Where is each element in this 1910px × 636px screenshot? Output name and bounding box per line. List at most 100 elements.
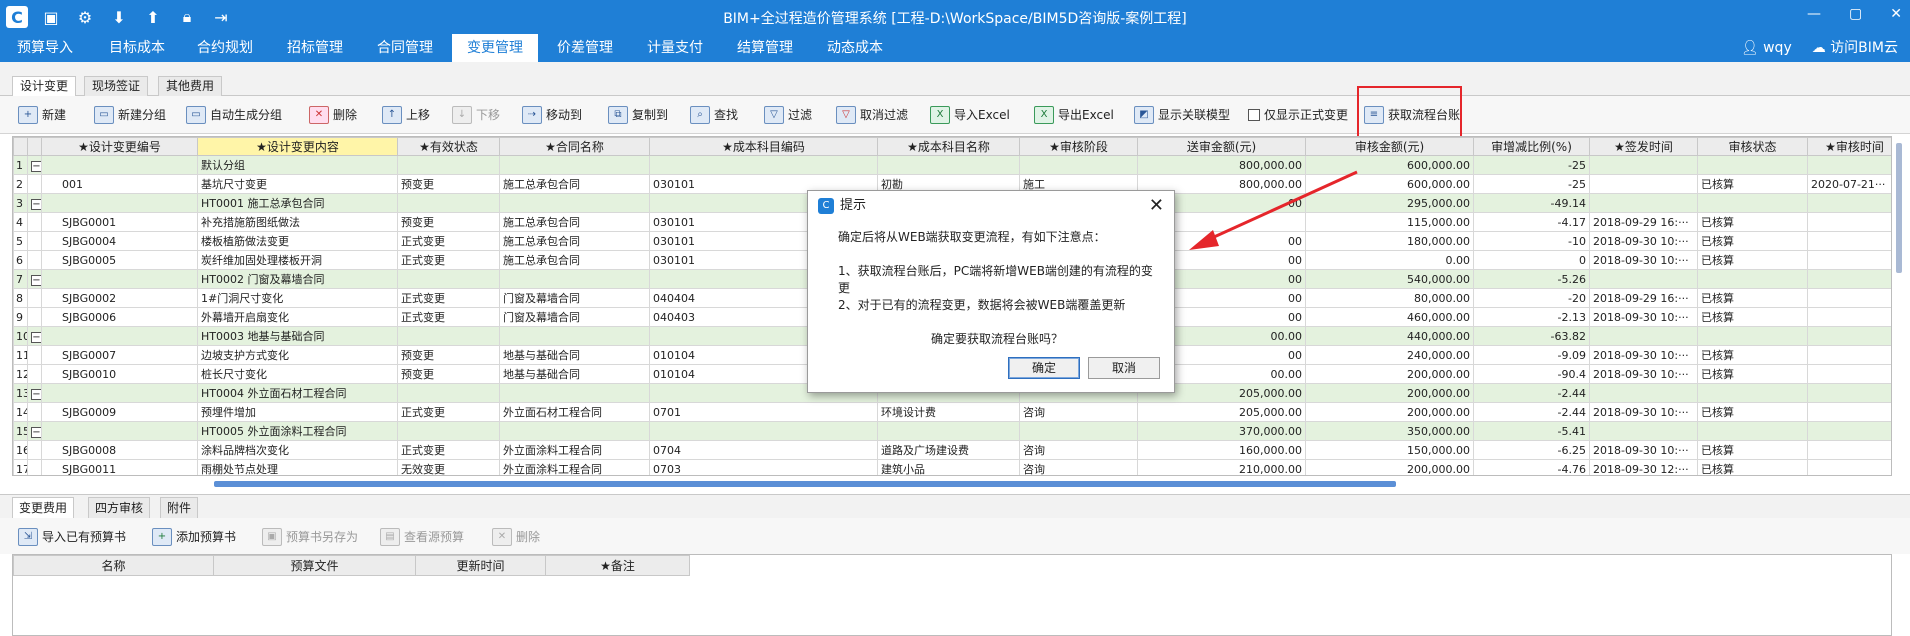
horizontal-scrollbar[interactable]: [214, 481, 1396, 487]
table-cell[interactable]: 预变更: [397, 364, 500, 384]
table-cell[interactable]: 已核算: [1697, 250, 1808, 270]
table-cell[interactable]: [397, 193, 500, 213]
table-cell[interactable]: [1807, 155, 1891, 175]
table-row[interactable]: 16 SJBG0008涂料品牌档次变化正式变更外立面涂料工程合同0704道路及广场…: [13, 440, 1891, 460]
table-cell[interactable]: 咨询: [1019, 459, 1138, 475]
collapse-icon[interactable]: −: [31, 198, 41, 210]
cancel-button[interactable]: 取消: [1088, 357, 1160, 379]
move-down-button[interactable]: ↓ 下移: [452, 103, 500, 127]
table-cell[interactable]: -9.09: [1473, 345, 1590, 365]
table-cell[interactable]: [1807, 440, 1891, 460]
table-cell[interactable]: [1697, 326, 1808, 346]
close-icon[interactable]: ✕: [1149, 195, 1164, 216]
table-cell[interactable]: SJBG0001: [41, 212, 198, 232]
table-cell[interactable]: 预变更: [397, 174, 500, 194]
table-cell[interactable]: 涂料品牌档次变化: [197, 440, 398, 460]
table-cell[interactable]: 0704: [649, 440, 878, 460]
table-cell[interactable]: HT0002 门窗及幕墙合同: [197, 269, 398, 289]
table-cell[interactable]: [1589, 421, 1698, 441]
table-cell[interactable]: 460,000.00: [1305, 307, 1474, 327]
table-cell[interactable]: -25: [1473, 174, 1590, 194]
table-cell[interactable]: [499, 326, 650, 346]
table-cell[interactable]: 已核算: [1697, 345, 1808, 365]
table-cell[interactable]: [649, 421, 878, 441]
table-cell[interactable]: 210,000.00: [1137, 459, 1306, 475]
move-to-button[interactable]: ⇢ 移动到: [522, 103, 582, 127]
table-cell[interactable]: 已核算: [1697, 288, 1808, 308]
table-cell[interactable]: 门窗及幕墙合同: [499, 307, 650, 327]
table-cell[interactable]: [41, 155, 198, 175]
table-cell[interactable]: SJBG0009: [41, 402, 198, 422]
table-cell[interactable]: SJBG0010: [41, 364, 198, 384]
table-cell[interactable]: 炭纤维加固处理楼板开洞: [197, 250, 398, 270]
table-cell[interactable]: SJBG0007: [41, 345, 198, 365]
filter-button[interactable]: ▽ 过滤: [764, 103, 812, 127]
expander-cell[interactable]: −: [27, 421, 42, 441]
table-cell[interactable]: 370,000.00: [1137, 421, 1306, 441]
menu-contract[interactable]: 合同管理: [366, 34, 444, 62]
table-cell[interactable]: 已核算: [1697, 307, 1808, 327]
table-cell[interactable]: [41, 326, 198, 346]
table-cell[interactable]: 200,000.00: [1305, 459, 1474, 475]
collapse-icon[interactable]: −: [31, 331, 41, 343]
menu-payment[interactable]: 计量支付: [636, 34, 714, 62]
show-model-button[interactable]: ◩ 显示关联模型: [1134, 103, 1230, 127]
table-cell[interactable]: [397, 421, 500, 441]
collapse-icon[interactable]: −: [31, 274, 41, 286]
menu-contract-planning[interactable]: 合约规划: [186, 34, 264, 62]
table-cell[interactable]: -4.17: [1473, 212, 1590, 232]
table-row[interactable]: 17 SJBG0011雨棚处节点处理无效变更外立面涂料工程合同0703建筑小品咨询…: [13, 459, 1891, 475]
table-cell[interactable]: [1697, 421, 1808, 441]
collapse-icon[interactable]: −: [31, 160, 41, 172]
table-cell[interactable]: -25: [1473, 155, 1590, 175]
column-header[interactable]: 审核金额(元): [1305, 137, 1474, 156]
table-cell[interactable]: SJBG0004: [41, 231, 198, 251]
table-cell[interactable]: [397, 326, 500, 346]
table-cell[interactable]: SJBG0005: [41, 250, 198, 270]
minimize-button[interactable]: —: [1807, 6, 1821, 22]
table-cell[interactable]: 无效变更: [397, 459, 500, 475]
table-cell[interactable]: 施工总承包合同: [499, 212, 650, 232]
expander-cell[interactable]: −: [27, 155, 42, 175]
table-cell[interactable]: [1807, 231, 1891, 251]
table-cell[interactable]: 咨询: [1019, 402, 1138, 422]
table-cell[interactable]: -6.25: [1473, 440, 1590, 460]
table-cell[interactable]: 已核算: [1697, 231, 1808, 251]
column-header[interactable]: ★成本科目名称: [877, 137, 1020, 156]
column-header[interactable]: 送审金额(元): [1137, 137, 1306, 156]
table-cell[interactable]: [1807, 212, 1891, 232]
column-header[interactable]: ★有效状态: [397, 137, 500, 156]
table-cell[interactable]: 2020-07-21···: [1807, 174, 1891, 194]
table-cell[interactable]: [1019, 155, 1138, 175]
table-cell[interactable]: [1697, 155, 1808, 175]
table-cell[interactable]: 2018-09-30 12:···: [1589, 459, 1698, 475]
table-cell[interactable]: HT0005 外立面涂料工程合同: [197, 421, 398, 441]
ok-button[interactable]: 确定: [1008, 357, 1080, 379]
table-cell[interactable]: -5.26: [1473, 269, 1590, 289]
table-cell[interactable]: [41, 193, 198, 213]
menu-settlement[interactable]: 结算管理: [726, 34, 804, 62]
table-cell[interactable]: 外幕墙开启扇变化: [197, 307, 398, 327]
find-button[interactable]: ⌕ 查找: [690, 103, 738, 127]
table-cell[interactable]: [41, 383, 198, 403]
new-group-button[interactable]: ▭ 新建分组: [94, 103, 166, 127]
table-cell[interactable]: -10: [1473, 231, 1590, 251]
close-button[interactable]: ✕: [1890, 6, 1902, 22]
table-cell[interactable]: 正式变更: [397, 440, 500, 460]
table-cell[interactable]: 正式变更: [397, 288, 500, 308]
table-cell[interactable]: 施工总承包合同: [499, 174, 650, 194]
table-cell[interactable]: -20: [1473, 288, 1590, 308]
table-cell[interactable]: 预变更: [397, 345, 500, 365]
group-row[interactable]: 15− HT0005 外立面涂料工程合同 370,000.00350,000.00-…: [13, 421, 1891, 441]
table-cell[interactable]: [397, 383, 500, 403]
table-cell[interactable]: [499, 193, 650, 213]
table-cell[interactable]: 80,000.00: [1305, 288, 1474, 308]
table-cell[interactable]: [397, 155, 500, 175]
column-header[interactable]: 预算文件: [213, 555, 416, 576]
formal-only-checkbox[interactable]: 仅显示正式变更: [1248, 103, 1348, 127]
table-cell[interactable]: 150,000.00: [1305, 440, 1474, 460]
table-cell[interactable]: 200,000.00: [1305, 383, 1474, 403]
table-cell[interactable]: SJBG0006: [41, 307, 198, 327]
table-cell[interactable]: 350,000.00: [1305, 421, 1474, 441]
table-cell[interactable]: [499, 155, 650, 175]
